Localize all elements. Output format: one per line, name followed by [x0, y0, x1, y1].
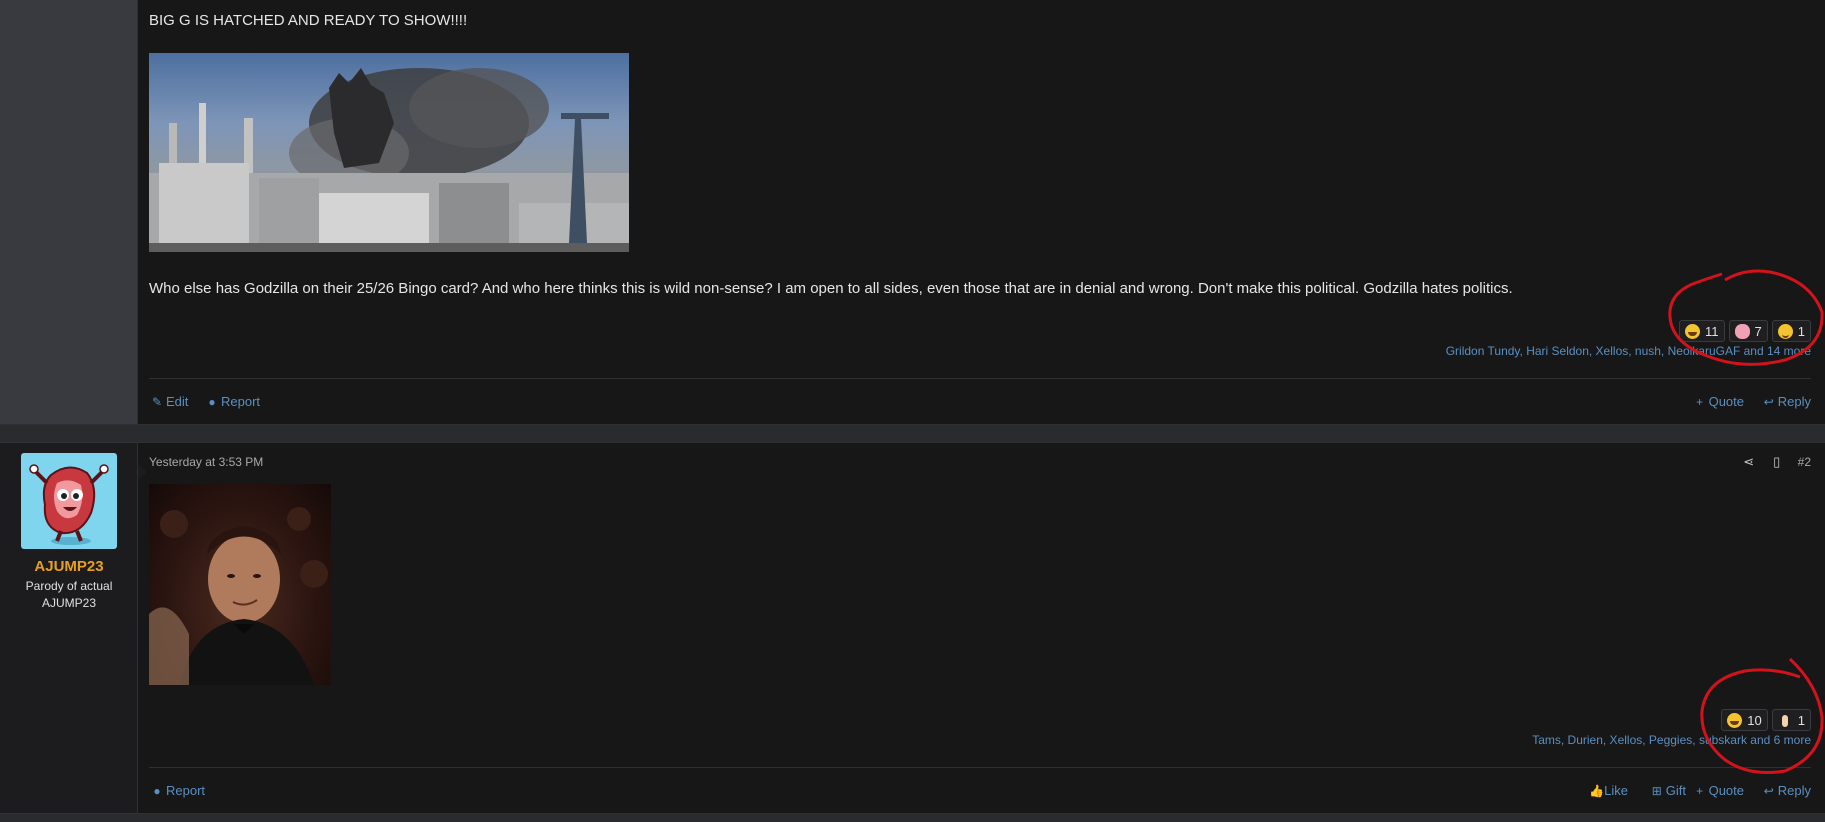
steak-mascot-graphic [29, 464, 109, 545]
quote-label: Quote [1708, 394, 1744, 409]
report-button[interactable]: ● Report [206, 394, 260, 409]
report-label: Report [166, 783, 206, 798]
edit-button[interactable]: ✎ Edit [151, 394, 188, 409]
post-2-meta-tools: ⋖ ▯ #2 [1742, 454, 1811, 470]
avatar[interactable] [21, 453, 117, 549]
post-2-divider [149, 767, 1811, 768]
pencil-icon: ✎ [151, 394, 163, 409]
forum-thread: BIG G IS HATCHED AND READY TO SHOW!!!! W… [0, 0, 1825, 822]
post-2: AJUMP23 Parody of actual AJUMP23 Yesterd… [0, 442, 1825, 814]
post-1-divider [149, 378, 1811, 379]
reply-label: Reply [1777, 783, 1811, 798]
laughing-emoji-icon [1727, 712, 1743, 728]
report-label: Report [221, 394, 261, 409]
godzilla-scene-graphic [149, 68, 629, 252]
post-body: Who else has Godzilla on their 25/26 Bin… [149, 280, 1513, 297]
post-1: BIG G IS HATCHED AND READY TO SHOW!!!! W… [0, 0, 1825, 425]
reply-button[interactable]: ↩ Reply [1763, 783, 1811, 798]
reaction-count: 7 [1754, 323, 1762, 339]
post-2-user-column: AJUMP23 Parody of actual AJUMP23 [0, 443, 138, 813]
bookmark-icon[interactable]: ▯ [1770, 454, 1784, 470]
thumbs-up-icon [1778, 713, 1793, 728]
reaction-brain[interactable]: 7 [1728, 320, 1768, 342]
quote-button[interactable]: + Quote [1694, 394, 1744, 409]
reaction-count: 10 [1747, 712, 1762, 728]
edit-label: Edit [166, 394, 189, 409]
laughing-emoji-icon [1685, 323, 1701, 339]
post-2-content: Yesterday at 3:53 PM ⋖ ▯ #2 10 1 Tams, D… [149, 443, 1811, 813]
info-icon: ● [208, 394, 216, 409]
reaction-gif-image[interactable] [149, 484, 331, 685]
reply-button[interactable]: ↩ Reply [1763, 394, 1811, 409]
quote-label: Quote [1708, 783, 1744, 798]
plus-icon: + [1696, 783, 1704, 798]
post-1-content: BIG G IS HATCHED AND READY TO SHOW!!!! W… [149, 0, 1811, 424]
report-button[interactable]: ● Report [151, 783, 205, 798]
gift-button[interactable]: ⊞ Gift [1651, 783, 1686, 798]
like-button[interactable]: 👍 Like [1589, 783, 1628, 798]
post-heading: BIG G IS HATCHED AND READY TO SHOW!!!! [149, 12, 468, 29]
post-2-arrow-notch [138, 463, 147, 481]
smile-emoji-icon [1777, 323, 1793, 339]
brain-emoji-icon [1734, 323, 1750, 339]
share-icon[interactable]: ⋖ [1742, 454, 1756, 470]
post-2-likers-link[interactable]: Tams, Durien, Xellos, Peggies, subskark … [1532, 733, 1811, 747]
info-icon: ● [153, 783, 161, 798]
like-label: Like [1604, 783, 1628, 798]
man-in-tuxedo-graphic [149, 507, 328, 685]
reaction-count: 1 [1797, 323, 1805, 339]
reaction-laughing[interactable]: 10 [1721, 709, 1768, 731]
quote-button[interactable]: + Quote [1694, 783, 1744, 798]
post-1-reactions[interactable]: 11 7 1 [1679, 320, 1811, 342]
username-link[interactable]: AJUMP23 [0, 558, 138, 575]
gift-label: Gift [1665, 783, 1686, 798]
gift-icon: ⊞ [1651, 783, 1662, 798]
post-1-user-column [0, 0, 138, 424]
post-2-reactions[interactable]: 10 1 [1721, 709, 1811, 731]
reply-arrow-icon: ↩ [1763, 394, 1774, 409]
post-number-link[interactable]: #2 [1798, 455, 1811, 469]
reaction-smile[interactable]: 1 [1771, 320, 1811, 342]
post-1-likers-link[interactable]: Grildon Tundy, Hari Seldon, Xellos, nush… [1446, 344, 1811, 358]
reaction-count: 11 [1705, 323, 1719, 339]
user-title: Parody of actual AJUMP23 [25, 579, 113, 610]
plus-icon: + [1696, 394, 1704, 409]
reaction-thumbs-up[interactable]: 1 [1771, 709, 1811, 731]
reply-arrow-icon: ↩ [1763, 783, 1774, 798]
post-date-link[interactable]: Yesterday at 3:53 PM [149, 455, 263, 469]
thumbs-up-outline-icon: 👍 [1589, 783, 1605, 798]
reaction-laughing[interactable]: 11 [1679, 320, 1725, 342]
godzilla-image[interactable] [149, 53, 629, 252]
reply-label: Reply [1777, 394, 1811, 409]
reaction-count: 1 [1797, 712, 1805, 728]
